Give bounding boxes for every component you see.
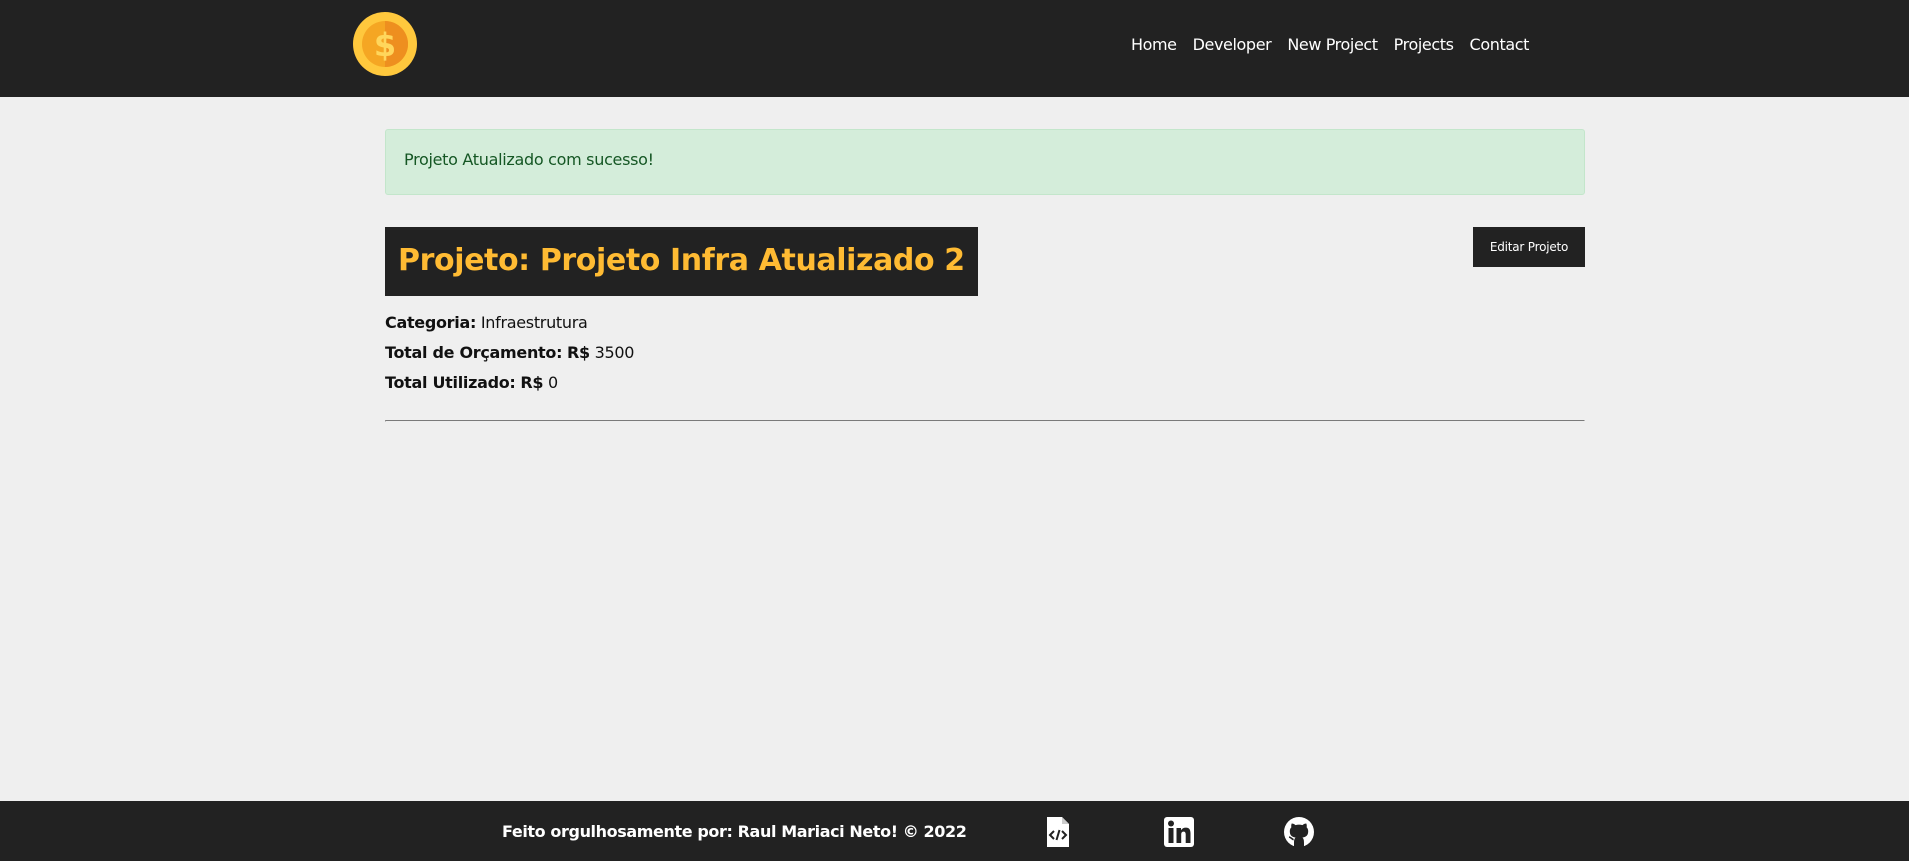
- used-value: 0: [547, 373, 558, 392]
- svg-text:$: $: [374, 26, 396, 64]
- used-currency: R$: [520, 373, 544, 392]
- coin-logo-icon[interactable]: $: [353, 12, 417, 76]
- code-file-icon[interactable]: [1042, 816, 1074, 848]
- category-value: Infraestrutura: [480, 313, 588, 332]
- footer: Feito orgulhosamente por: Raul Mariaci N…: [0, 801, 1909, 861]
- nav-link-developer[interactable]: Developer: [1185, 35, 1280, 54]
- nav-link-contact[interactable]: Contact: [1462, 35, 1537, 54]
- edit-project-button[interactable]: Editar Projeto: [1473, 227, 1585, 267]
- success-alert: Projeto Atualizado com sucesso!: [385, 129, 1585, 195]
- project-title: Projeto: Projeto Infra Atualizado 2: [385, 227, 978, 296]
- linkedin-icon[interactable]: [1163, 816, 1195, 848]
- budget-currency: R$: [566, 343, 590, 362]
- project-info: Categoria: Infraestrutura Total de Orçam…: [385, 312, 634, 402]
- used-label: Total Utilizado:: [385, 373, 516, 392]
- nav-link-projects[interactable]: Projects: [1386, 35, 1462, 54]
- budget-value: 3500: [594, 343, 635, 362]
- divider: [385, 420, 1585, 422]
- category-line: Categoria: Infraestrutura: [385, 312, 634, 342]
- nav-link-home[interactable]: Home: [1123, 35, 1185, 54]
- navbar: $ Home Developer New Project Projects Co…: [0, 0, 1909, 97]
- nav-links: Home Developer New Project Projects Cont…: [1123, 35, 1537, 54]
- category-label: Categoria:: [385, 313, 477, 332]
- github-icon[interactable]: [1283, 816, 1315, 848]
- used-line: Total Utilizado: R$ 0: [385, 372, 634, 402]
- budget-line: Total de Orçamento: R$ 3500: [385, 342, 634, 372]
- nav-link-new-project[interactable]: New Project: [1279, 35, 1385, 54]
- budget-label: Total de Orçamento:: [385, 343, 563, 362]
- footer-credit: Feito orgulhosamente por: Raul Mariaci N…: [502, 822, 967, 841]
